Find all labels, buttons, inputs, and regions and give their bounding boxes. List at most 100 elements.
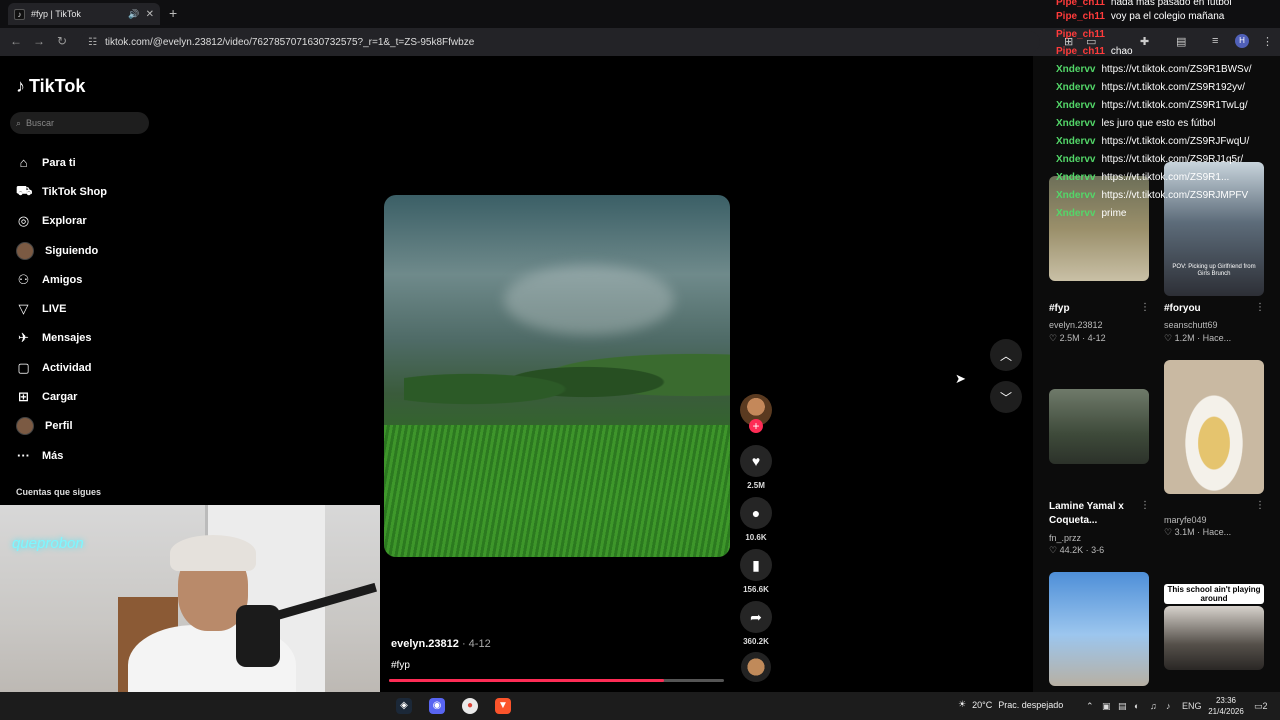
thumbnail-overlay-text: POV: Picking up Girlfriend from Girls Br… <box>1172 264 1256 277</box>
tiktok-logo[interactable]: ♪ TikTok <box>16 76 85 97</box>
tray-app-icon[interactable]: ▤ <box>1118 701 1127 712</box>
sidebar-item-label: TikTok Shop <box>42 185 107 198</box>
weather-desc: Prac. despejado <box>998 699 1064 710</box>
comment-icon[interactable]: ● <box>740 497 772 529</box>
address-bar[interactable]: ☷ tiktok.com/@evelyn.23812/video/7627857… <box>80 31 1040 53</box>
heart-icon[interactable]: ♥ <box>740 445 772 477</box>
bookmark-icon[interactable]: ▮ <box>740 549 772 581</box>
video-player[interactable] <box>384 195 730 557</box>
card-likes: 2.5M <box>1059 333 1080 343</box>
chevron-down-icon: ﹀ <box>999 390 1012 405</box>
sidebar-item-actividad[interactable]: ▢ Actividad <box>16 353 107 382</box>
clock-time: 23:36 <box>1215 696 1237 705</box>
search-input[interactable]: ⌕ Buscar <box>10 112 149 134</box>
sidebar-item-perfil[interactable]: Perfil <box>16 412 107 441</box>
sidebar-item-para-ti[interactable]: ⌂ Para ti <box>16 148 107 177</box>
previous-video-button[interactable]: ︿ <box>990 339 1022 371</box>
chat-message: Xndervv https://vt.tiktok.com/ZS9R1BWSv/ <box>1056 64 1252 75</box>
video-caption[interactable]: #fyp <box>391 660 410 671</box>
live-icon: ▽ <box>18 301 29 317</box>
like-count: 2.5M <box>747 481 765 490</box>
weather-temp: 20°C <box>972 699 993 710</box>
volume-icon[interactable]: ♪ <box>1166 701 1171 711</box>
sound-disc-icon[interactable] <box>741 652 771 682</box>
chrome-icon[interactable]: ● <box>462 698 478 714</box>
thumbnail-6[interactable] <box>1164 606 1264 670</box>
more-options-icon[interactable]: ⋮ <box>1140 500 1150 511</box>
sidebar-item-explorar[interactable]: ◎ Explorar <box>16 207 107 236</box>
microphone-icon[interactable]: ♫ <box>1150 701 1157 711</box>
browser-tab[interactable]: ♪ #fyp | TikTok 🔊 ✕ <box>8 3 160 25</box>
back-button[interactable]: ← <box>10 34 22 48</box>
chat-message: Xndervv https://vt.tiktok.com/ZS9R192yv/ <box>1056 82 1245 93</box>
more-options-icon[interactable]: ⋮ <box>1140 302 1150 313</box>
sidebar-item-label: Amigos <box>42 273 83 286</box>
home-icon: ⌂ <box>19 155 28 171</box>
language-indicator[interactable]: ENG <box>1182 701 1202 711</box>
tray-app-icon[interactable]: ▣ <box>1102 701 1111 712</box>
sidebar-item-amigos[interactable]: ⚇ Amigos <box>16 265 107 294</box>
sidebar-item-label: Cargar <box>42 391 78 404</box>
chat-message: Pipe_ch11 <box>1056 29 1105 40</box>
comment-action[interactable]: ● 10.6K <box>740 497 772 542</box>
video-progress-fill <box>389 679 664 682</box>
chevron-up-icon: ︿ <box>999 348 1012 363</box>
thumbnail-3[interactable] <box>1049 389 1149 464</box>
tray-chevron-up-icon[interactable]: ⌃ <box>1086 701 1094 712</box>
site-info-icon[interactable]: ☷ <box>88 37 97 48</box>
sidebar-item-cargar[interactable]: ⊞ Cargar <box>16 382 107 411</box>
share-action[interactable]: ➦ 360.2K <box>740 601 772 646</box>
sidebar-item-siguiendo[interactable]: Siguiendo <box>16 236 107 265</box>
video-progress-bar[interactable] <box>389 679 724 682</box>
more-options-icon[interactable]: ⋮ <box>1255 302 1265 313</box>
neon-sign: queprobon <box>12 535 84 552</box>
webcam-overlay: queprobon <box>0 505 380 720</box>
sidebar-item-live[interactable]: ▽ LIVE <box>16 294 107 323</box>
card-likes: 3.1M <box>1174 527 1195 537</box>
stream-chat-overlay: Pipe_ch11 nada mas pasado en fútbol Pipe_… <box>1056 0 1280 220</box>
card-user[interactable]: maryfe049 <box>1164 515 1207 525</box>
friends-icon: ⚇ <box>17 271 30 287</box>
video-author[interactable]: evelyn.23812 · 4-12 <box>391 638 491 650</box>
next-video-button[interactable]: ﹀ <box>990 381 1022 413</box>
thumbnail-5[interactable] <box>1049 572 1149 686</box>
grass-field <box>384 425 730 557</box>
card-meta: ♡ 2.5M · 4-12 <box>1049 333 1106 343</box>
more-options-icon[interactable]: ⋮ <box>1255 500 1265 511</box>
sidebar-item-label: Mensajes <box>42 332 92 345</box>
card-title[interactable]: #fyp <box>1049 302 1070 316</box>
card-title[interactable]: #foryou <box>1164 302 1201 316</box>
sidebar-item-mensajes[interactable]: ✈ Mensajes <box>16 324 107 353</box>
thumbnail-4[interactable] <box>1164 360 1264 494</box>
clock-date: 21/4/2026 <box>1208 707 1244 716</box>
taskbar-clock[interactable]: 23:36 21/4/2026 <box>1205 695 1247 717</box>
like-action[interactable]: ♥ 2.5M <box>740 445 772 490</box>
notification-icon[interactable]: ▭2 <box>1254 701 1268 712</box>
sidebar-item-shop[interactable]: ⛟ TikTok Shop <box>16 177 107 206</box>
reload-button[interactable]: ↻ <box>57 34 67 48</box>
share-arrow-icon[interactable]: ➦ <box>740 601 772 633</box>
card-title[interactable]: Lamine Yamal x Coqueta... <box>1049 500 1134 528</box>
card-user[interactable]: evelyn.23812 <box>1049 320 1103 330</box>
brave-icon[interactable]: ▼ <box>495 698 511 714</box>
tray-app-icon[interactable]: ◐ <box>1134 701 1139 711</box>
compass-icon: ◎ <box>17 213 30 229</box>
chat-message: Xndervv https://vt.tiktok.com/ZS9R1... <box>1056 172 1230 183</box>
sidebar-item-mas[interactable]: ··· Más <box>16 441 107 470</box>
steam-icon[interactable]: ◈ <box>396 698 412 714</box>
save-action[interactable]: ▮ 156.6K <box>740 549 772 594</box>
weather-widget[interactable]: ☀ 20°C Prac. despejado <box>958 699 1063 710</box>
card-likes: 44.2K <box>1059 545 1084 555</box>
card-user[interactable]: seanschutt69 <box>1164 320 1218 330</box>
discord-icon[interactable]: ◉ <box>429 698 445 714</box>
speaker-icon[interactable]: 🔊 <box>128 9 139 20</box>
new-tab-button[interactable]: + <box>169 5 177 21</box>
search-placeholder: Buscar <box>26 118 55 128</box>
card-user[interactable]: fn_.przz <box>1049 533 1081 543</box>
close-tab-icon[interactable]: ✕ <box>146 9 154 20</box>
forward-button[interactable]: → <box>33 34 45 48</box>
mouse-cursor-icon: ➤ <box>955 371 966 386</box>
logo-text: TikTok <box>29 76 86 96</box>
follow-plus-button[interactable]: + <box>749 419 763 433</box>
sidebar-item-label: Siguiendo <box>45 244 99 257</box>
